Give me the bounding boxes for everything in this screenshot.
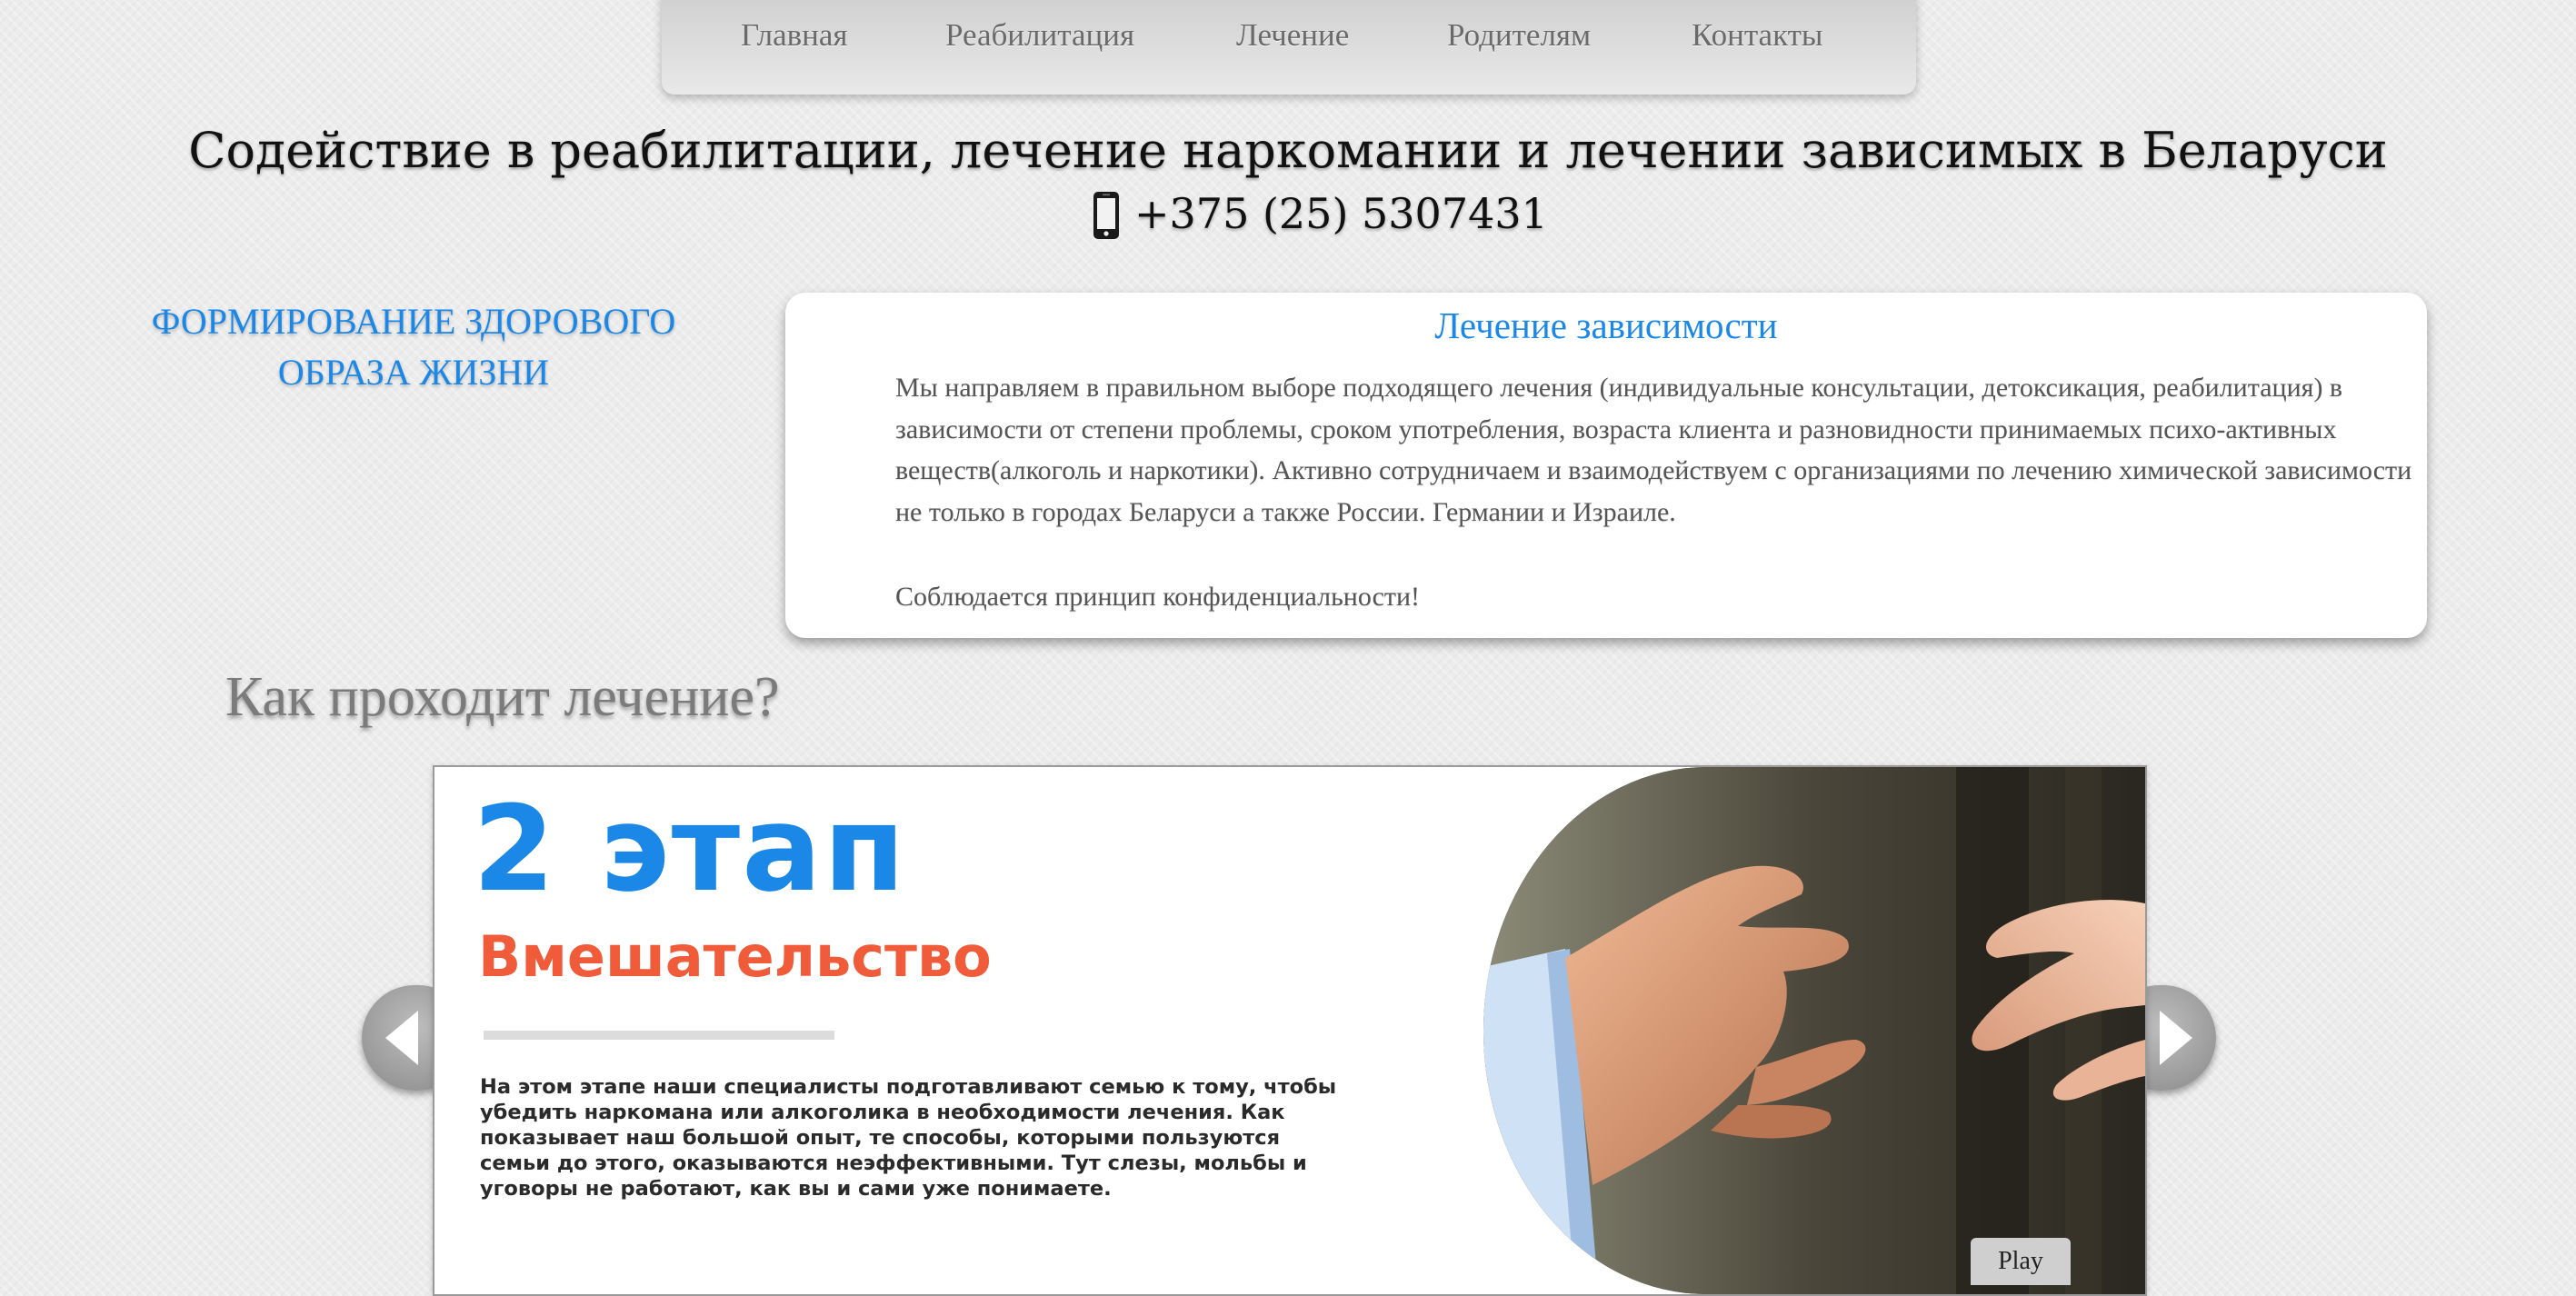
nav-item-treatment[interactable]: Лечение	[1236, 17, 1349, 54]
card-title: Лечение зависимости	[1434, 304, 1778, 346]
mobile-phone-icon	[1093, 191, 1120, 240]
site-title: Содействие в реабилитации, лечение нарко…	[188, 122, 2388, 179]
card-text: Мы направляем в правильном выборе подход…	[895, 373, 2412, 527]
stage-divider	[484, 1031, 834, 1040]
slider-slide: 2 этап Вмешательство На этом этапе наши …	[433, 765, 2147, 1296]
healthy-lifestyle-link[interactable]: ФОРМИРОВАНИЕ ЗДОРОВОГО ОБРАЗА ЖИЗНИ	[127, 296, 700, 398]
nav-item-home[interactable]: Главная	[741, 17, 848, 54]
section-heading: Как проходит лечение?	[225, 666, 780, 728]
phone-number[interactable]: +375 (25) 5307431	[1134, 189, 1548, 238]
nav-item-contacts[interactable]: Контакты	[1692, 17, 1822, 54]
handshake-image	[1483, 767, 2145, 1294]
play-button[interactable]: Play	[1971, 1238, 2071, 1285]
stage-description: На этом этапе наши специалисты подготавл…	[480, 1075, 1337, 1201]
phone-block: +375 (25) 5307431	[1093, 182, 1548, 245]
confidentiality-note: Соблюдается принцип конфиденциальности!	[895, 582, 1421, 612]
top-nav: Главная Реабилитация Лечение Родителям К…	[662, 0, 1916, 95]
treatment-card: Лечение зависимости Мы направляем в прав…	[785, 293, 2427, 638]
stage-name: Вмешательство	[478, 923, 992, 990]
stage-number: 2 этап	[473, 780, 907, 918]
nav-item-parents[interactable]: Родителям	[1447, 17, 1591, 54]
nav-item-rehabilitation[interactable]: Реабилитация	[945, 17, 1134, 54]
